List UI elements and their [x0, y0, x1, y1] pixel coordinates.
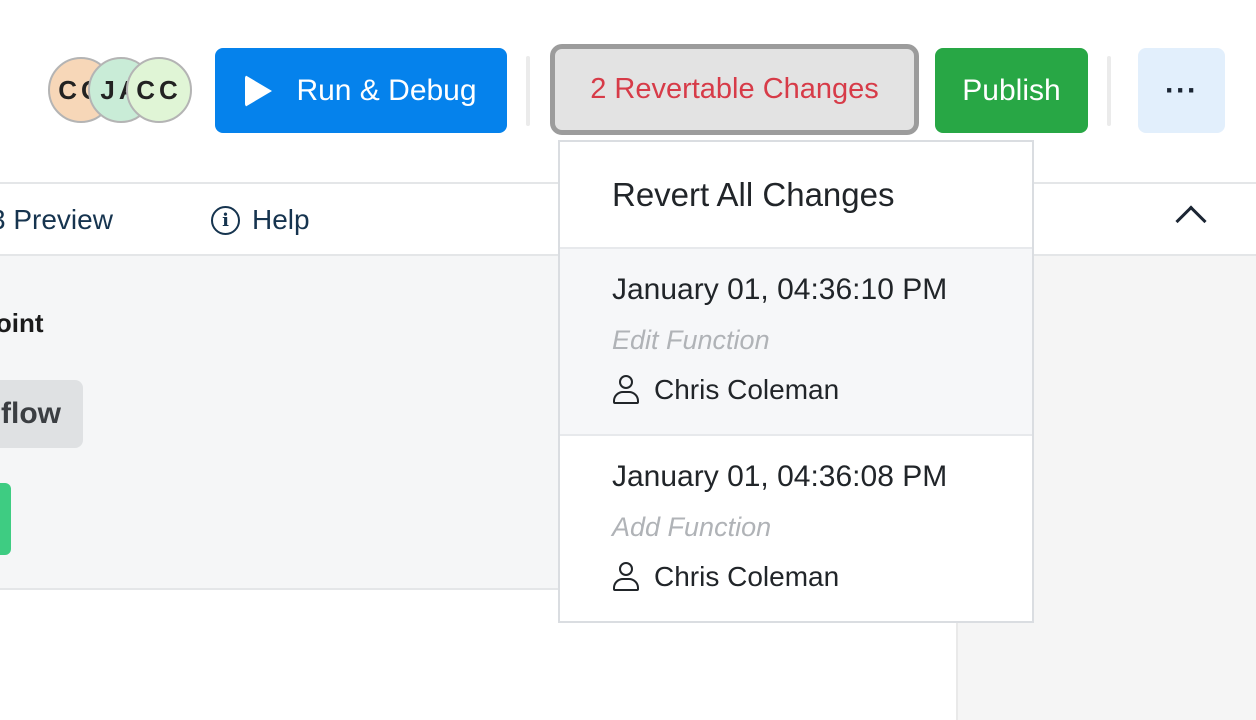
green-action-button[interactable]: [0, 483, 11, 555]
chevron-up-icon[interactable]: [1175, 205, 1207, 237]
revertable-changes-button[interactable]: 2 Revertable Changes: [550, 44, 919, 135]
run-debug-button[interactable]: Run & Debug: [215, 48, 507, 133]
change-author: Chris Coleman: [612, 561, 1032, 593]
revertable-changes-label: 2 Revertable Changes: [590, 73, 879, 105]
change-author-name: Chris Coleman: [654, 374, 840, 405]
publish-button[interactable]: Publish: [935, 48, 1088, 133]
change-action: Edit Function: [612, 325, 770, 355]
tab-preview[interactable]: 3 Preview: [0, 186, 113, 254]
publish-label: Publish: [962, 73, 1061, 107]
section-heading: point: [0, 308, 44, 338]
change-list-item[interactable]: January 01, 04:36:10 PM Edit Function Ch…: [560, 249, 1032, 436]
change-timestamp: January 01, 04:36:08 PM: [612, 460, 948, 493]
revert-all-label: Revert All Changes: [612, 175, 895, 213]
revert-changes-dropdown: Revert All Changes January 01, 04:36:10 …: [558, 140, 1034, 623]
ellipsis-icon: ···: [1165, 73, 1198, 107]
user-icon: [612, 562, 640, 592]
toolbar-divider: [526, 56, 530, 126]
tab-help[interactable]: i Help: [211, 186, 310, 254]
flow-chip-label: flow: [1, 397, 61, 430]
user-icon: [612, 375, 640, 405]
avatar[interactable]: CC: [126, 57, 192, 123]
run-debug-label: Run & Debug: [296, 73, 477, 107]
play-icon: [245, 74, 273, 107]
toolbar-divider: [1107, 56, 1111, 126]
tab-preview-label: 3 Preview: [0, 204, 113, 235]
change-action: Add Function: [612, 512, 772, 542]
change-author: Chris Coleman: [612, 374, 1032, 406]
more-options-button[interactable]: ···: [1138, 48, 1225, 133]
change-list-item[interactable]: January 01, 04:36:08 PM Add Function Chr…: [560, 436, 1032, 623]
flow-chip[interactable]: flow: [0, 380, 83, 448]
tab-help-label: Help: [252, 204, 310, 235]
revert-all-changes-option[interactable]: Revert All Changes: [560, 142, 1032, 249]
change-author-name: Chris Coleman: [654, 561, 840, 592]
change-timestamp: January 01, 04:36:10 PM: [612, 273, 948, 306]
info-icon: i: [211, 205, 240, 235]
